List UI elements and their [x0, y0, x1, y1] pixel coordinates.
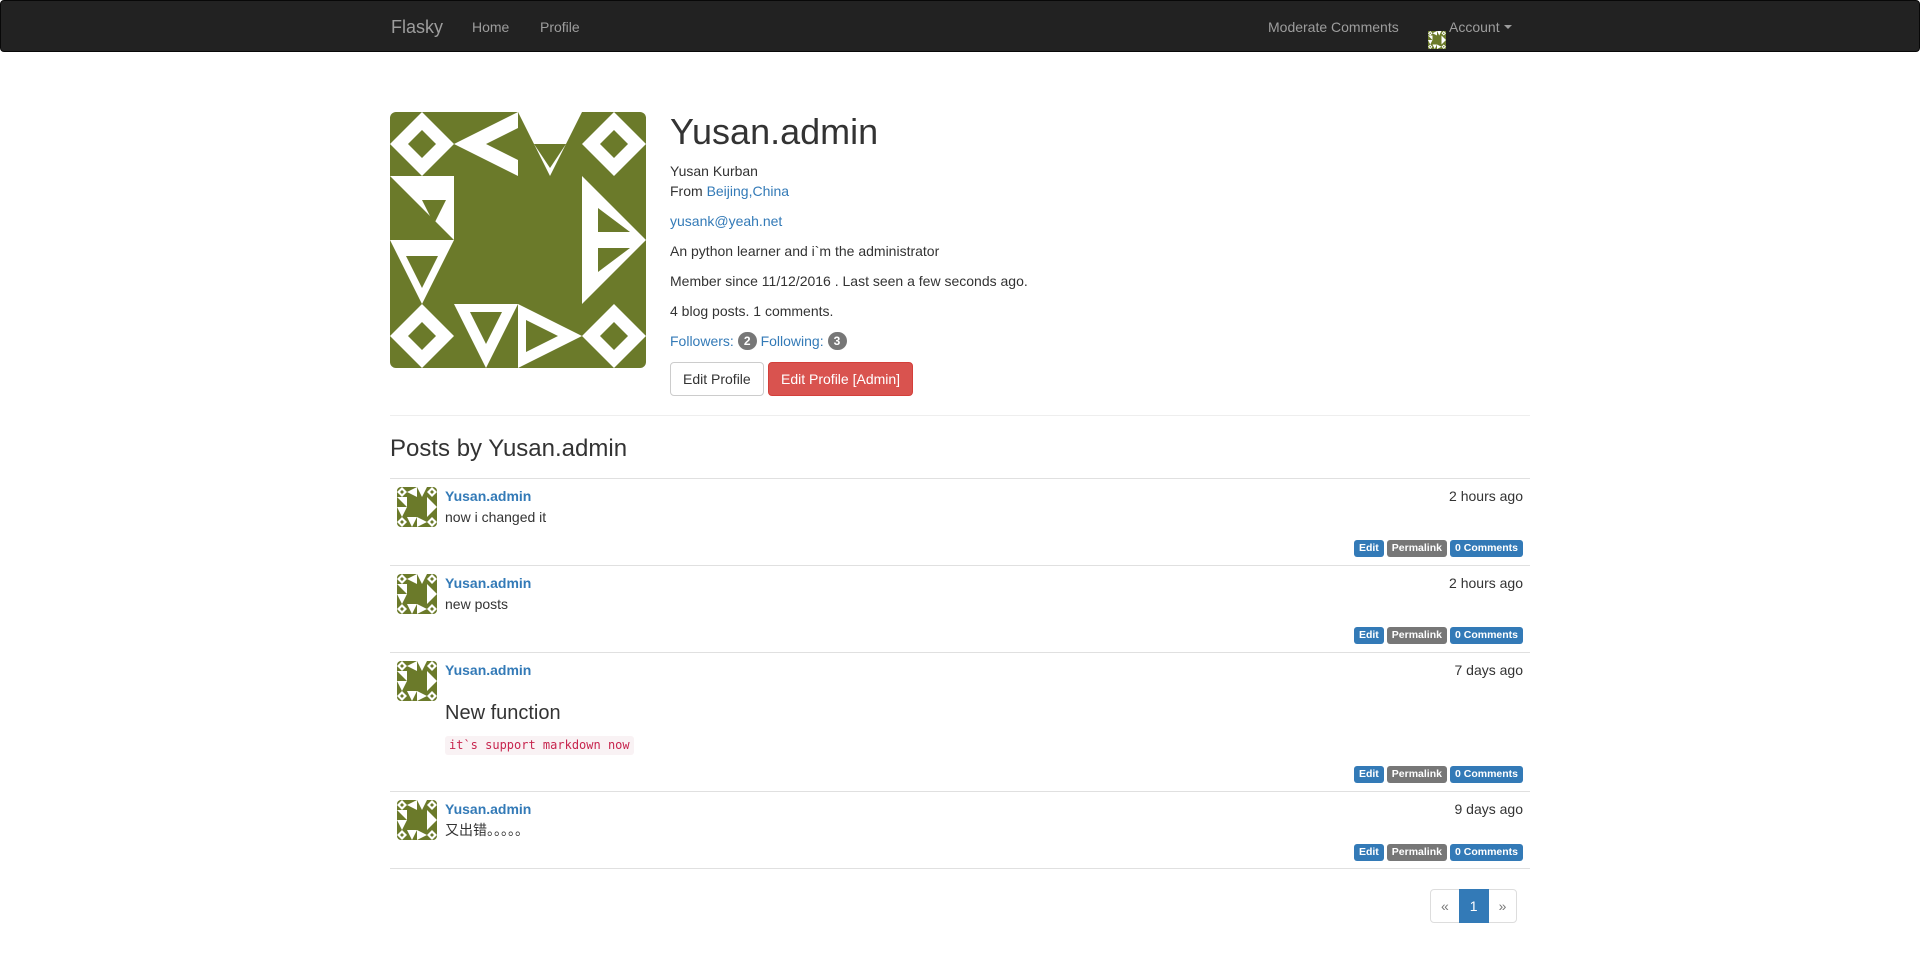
followers-label: Followers: [670, 333, 734, 349]
edit-profile-button[interactable]: Edit Profile [670, 362, 764, 396]
account-avatar-icon [1428, 18, 1446, 50]
post-comments-link[interactable]: 0 Comments [1449, 627, 1523, 644]
post-heading: New function [445, 702, 561, 724]
post-edit-link[interactable]: Edit [1353, 844, 1384, 861]
pagination-next[interactable]: » [1487, 889, 1518, 923]
post-author-avatar[interactable] [397, 661, 437, 701]
followers-link[interactable]: Followers: 2 [670, 332, 757, 351]
post-edit-link[interactable]: Edit [1353, 540, 1384, 557]
post-author-link[interactable]: Yusan.admin [445, 661, 531, 679]
post-footer: Edit Permalink 0 Comments [1351, 627, 1523, 644]
caret-down-icon [1503, 25, 1512, 30]
from-label: From [670, 183, 707, 199]
post-permalink-link[interactable]: Permalink [1386, 766, 1447, 783]
identicon-image [390, 112, 646, 368]
post-body: 又出错。。。。。 [445, 822, 529, 838]
edit-profile-admin-button[interactable]: Edit Profile [Admin] [768, 362, 914, 396]
post-permalink-link[interactable]: Permalink [1386, 627, 1447, 644]
nav-home-link[interactable]: Home [472, 1, 509, 51]
post-code: it`s support markdown now [445, 736, 634, 755]
location-link[interactable]: Beijing,China [707, 183, 790, 199]
nav-moderate-comments-link[interactable]: Moderate Comments [1268, 1, 1399, 51]
post-permalink-link[interactable]: Permalink [1386, 540, 1447, 557]
post-body: now i changed it [445, 509, 547, 525]
post-item: Yusan.admin 9 days ago 又出错。。。。。 Edit Perm… [390, 791, 1530, 869]
post-item: Yusan.admin 2 hours ago now i changed it… [390, 478, 1530, 565]
post-item: Yusan.admin 7 days ago New function it`s… [390, 652, 1530, 791]
post-author-link[interactable]: Yusan.admin [445, 800, 531, 818]
post-edit-link[interactable]: Edit [1353, 766, 1384, 783]
profile-follow-line: Followers: 2 Following: 3 [670, 331, 847, 351]
profile-info: Yusan.admin Yusan Kurban From Beijing,Ch… [670, 108, 1540, 396]
post-author-link[interactable]: Yusan.admin [445, 487, 531, 505]
profile-stats: 4 blog posts. 1 comments. [670, 303, 834, 319]
brand-link[interactable]: Flasky [391, 1, 443, 51]
post-permalink-link[interactable]: Permalink [1386, 844, 1447, 861]
profile-member-since: Member since 11/12/2016 . Last seen a fe… [670, 273, 1028, 289]
post-comments-link[interactable]: 0 Comments [1449, 844, 1523, 861]
post-author-avatar[interactable] [397, 487, 437, 527]
nav-profile-link[interactable]: Profile [540, 1, 580, 51]
post-edit-link[interactable]: Edit [1353, 627, 1384, 644]
pagination-page-1[interactable]: 1 [1458, 889, 1489, 923]
pagination-prev[interactable]: « [1430, 889, 1460, 923]
following-label: Following: [760, 333, 824, 349]
post-body: new posts [445, 596, 509, 612]
post-comments-link[interactable]: 0 Comments [1449, 766, 1523, 783]
post-author-avatar[interactable] [397, 574, 437, 614]
post-footer: Edit Permalink 0 Comments [1351, 540, 1523, 557]
profile-username: Yusan.admin [670, 111, 879, 152]
profile-fullname: Yusan Kurban [670, 163, 758, 179]
post-date: 2 hours ago [1449, 488, 1523, 504]
divider [390, 415, 1530, 416]
following-count-badge: 3 [827, 332, 847, 351]
post-date: 7 days ago [1454, 662, 1524, 678]
posts-heading: Posts by Yusan.admin [390, 435, 628, 462]
profile-location-line: From Beijing,China [670, 181, 789, 201]
pagination: « 1 » [1430, 889, 1518, 923]
followers-count-badge: 2 [737, 332, 757, 351]
navbar: Flasky Home Profile Moderate Comments Ac… [0, 0, 1920, 52]
profile-about: An python learner and i`m the administra… [670, 243, 940, 259]
post-footer: Edit Permalink 0 Comments [1351, 844, 1523, 861]
post-comments-link[interactable]: 0 Comments [1449, 540, 1523, 557]
post-date: 9 days ago [1454, 801, 1524, 817]
post-item: Yusan.admin 2 hours ago new posts Edit Pe… [390, 565, 1530, 652]
post-date: 2 hours ago [1449, 575, 1523, 591]
navbar-container: Flasky Home Profile Moderate Comments Ac… [376, 1, 1546, 51]
following-link[interactable]: Following: 3 [760, 332, 847, 351]
post-author-avatar[interactable] [397, 800, 437, 840]
profile-email-line: yusank@yeah.net [670, 211, 782, 231]
account-label: Account [1449, 19, 1500, 35]
email-link[interactable]: yusank@yeah.net [670, 213, 782, 229]
post-footer: Edit Permalink 0 Comments [1351, 766, 1523, 783]
post-author-link[interactable]: Yusan.admin [445, 574, 531, 592]
account-dropdown[interactable]: Account [1428, 1, 1512, 51]
profile-avatar [390, 112, 646, 368]
